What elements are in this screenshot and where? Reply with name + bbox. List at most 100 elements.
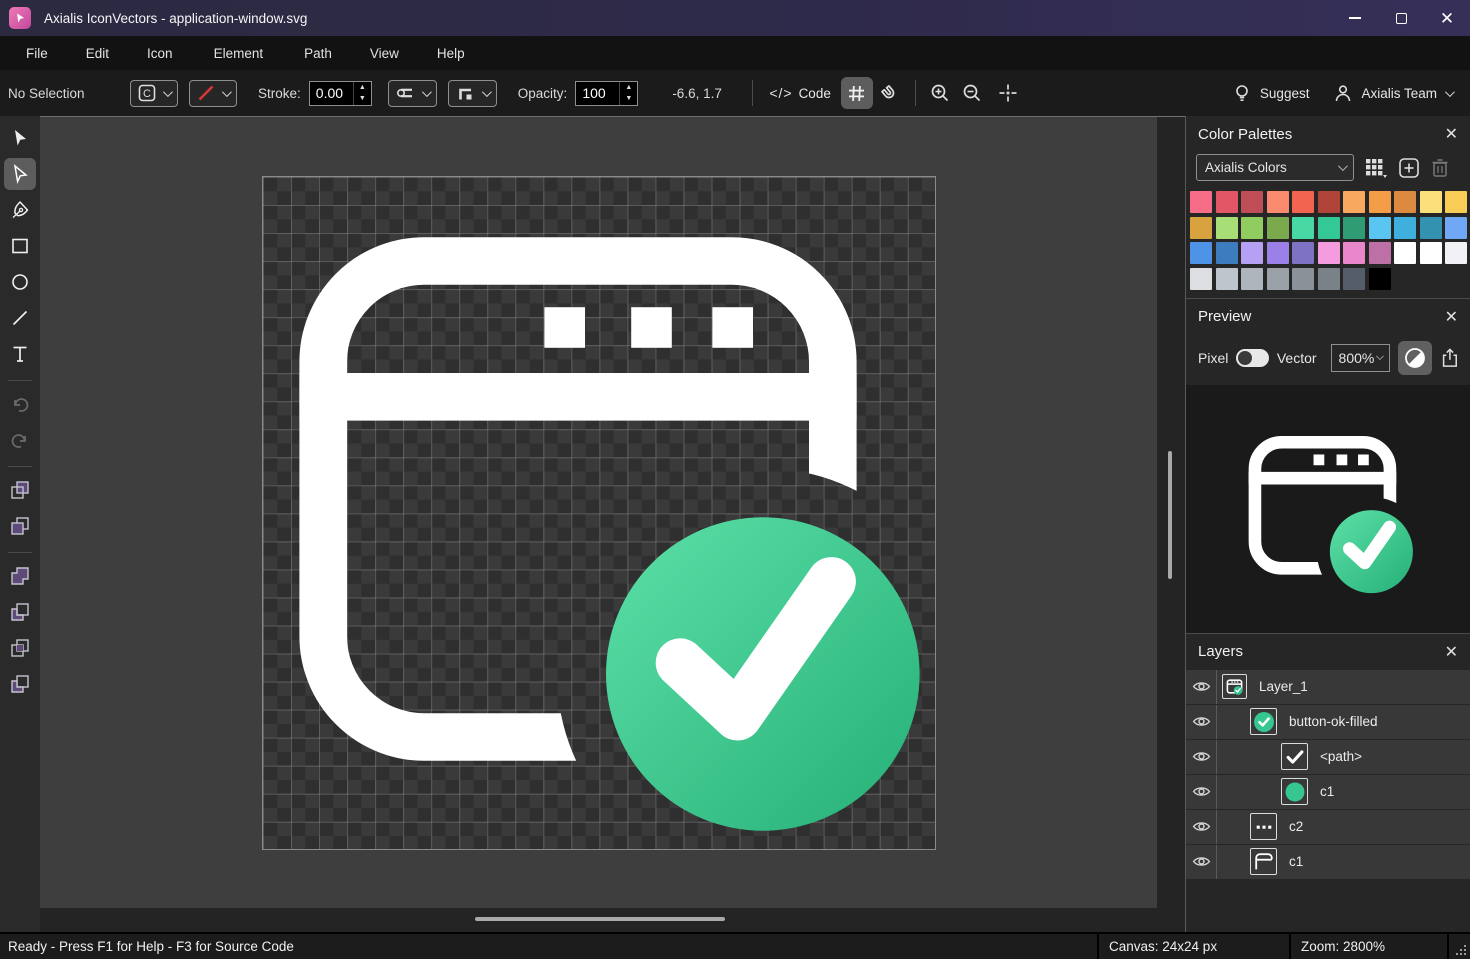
snap-toggle-button[interactable]: [873, 77, 905, 109]
layer-row[interactable]: <path>: [1186, 740, 1470, 775]
color-swatch[interactable]: [1318, 242, 1340, 264]
color-swatch[interactable]: [1267, 191, 1289, 213]
color-swatch[interactable]: [1343, 268, 1365, 290]
color-swatch[interactable]: [1241, 242, 1263, 264]
zoom-in-button[interactable]: [924, 77, 956, 109]
color-swatch[interactable]: [1292, 217, 1314, 239]
horizontal-scrollbar-track[interactable]: [40, 908, 1157, 932]
color-swatch[interactable]: [1318, 268, 1340, 290]
menu-icon[interactable]: Icon: [128, 46, 192, 61]
opacity-down-button[interactable]: ▼: [620, 93, 637, 105]
icon-canvas[interactable]: [262, 176, 936, 850]
fill-style-dropdown[interactable]: C: [130, 80, 178, 107]
color-swatch[interactable]: [1445, 217, 1467, 239]
color-swatch[interactable]: [1216, 191, 1238, 213]
horizontal-scrollbar-thumb[interactable]: [475, 917, 725, 921]
color-swatch[interactable]: [1267, 217, 1289, 239]
palette-view-icon[interactable]: [1364, 157, 1388, 179]
stroke-width-value[interactable]: 0.00: [310, 82, 353, 105]
stroke-width-stepper[interactable]: 0.00 ▲▼: [309, 81, 372, 106]
line-cap-dropdown[interactable]: [388, 80, 437, 107]
color-swatch[interactable]: [1216, 268, 1238, 290]
color-swatch[interactable]: [1190, 191, 1212, 213]
stroke-down-button[interactable]: ▼: [354, 93, 371, 105]
zoom-out-button[interactable]: [956, 77, 988, 109]
subtract-button[interactable]: [4, 596, 36, 628]
color-swatch[interactable]: [1420, 217, 1442, 239]
color-swatch[interactable]: [1292, 242, 1314, 264]
fit-view-button[interactable]: [992, 77, 1024, 109]
stroke-color-dropdown[interactable]: [189, 80, 237, 107]
color-swatch[interactable]: [1445, 191, 1467, 213]
visibility-toggle[interactable]: [1186, 670, 1217, 704]
opacity-value[interactable]: 100: [576, 82, 619, 105]
minimize-button[interactable]: [1332, 0, 1378, 36]
color-swatch[interactable]: [1369, 268, 1391, 290]
delete-palette-icon[interactable]: [1430, 157, 1450, 179]
canvas-area[interactable]: [40, 116, 1157, 908]
color-swatch[interactable]: [1267, 268, 1289, 290]
code-button[interactable]: </> Code: [769, 85, 831, 101]
color-swatch[interactable]: [1318, 217, 1340, 239]
vertical-scrollbar-track[interactable]: [1157, 116, 1185, 932]
pen-tool[interactable]: [4, 194, 36, 226]
color-swatch[interactable]: [1318, 191, 1340, 213]
exclude-button[interactable]: [4, 668, 36, 700]
select-tool[interactable]: [4, 122, 36, 154]
add-palette-icon[interactable]: [1398, 157, 1420, 179]
arrange-back-button[interactable]: [4, 510, 36, 542]
menu-file[interactable]: File: [7, 46, 67, 61]
color-swatch[interactable]: [1394, 242, 1416, 264]
layer-row[interactable]: c1: [1186, 775, 1470, 810]
resize-grip[interactable]: [1447, 934, 1470, 959]
color-swatch[interactable]: [1241, 268, 1263, 290]
menu-path[interactable]: Path: [285, 46, 351, 61]
color-swatch[interactable]: [1394, 217, 1416, 239]
menu-edit[interactable]: Edit: [67, 46, 128, 61]
opacity-up-button[interactable]: ▲: [620, 82, 637, 94]
preview-background-button[interactable]: [1398, 341, 1432, 375]
grid-toggle-button[interactable]: [841, 77, 873, 109]
color-swatch[interactable]: [1343, 217, 1365, 239]
color-swatch[interactable]: [1369, 191, 1391, 213]
account-menu[interactable]: Axialis Team: [1333, 83, 1452, 103]
opacity-stepper[interactable]: 100 ▲▼: [575, 81, 638, 106]
layer-row[interactable]: c1: [1186, 845, 1470, 880]
direct-select-tool[interactable]: [4, 158, 36, 190]
layer-row[interactable]: button-ok-filled: [1186, 705, 1470, 740]
color-swatch[interactable]: [1190, 242, 1212, 264]
visibility-toggle[interactable]: [1186, 810, 1217, 844]
vertical-scrollbar-thumb[interactable]: [1168, 451, 1172, 579]
ellipse-tool[interactable]: [4, 266, 36, 298]
line-tool[interactable]: [4, 302, 36, 334]
visibility-toggle[interactable]: [1186, 705, 1217, 739]
maximize-button[interactable]: [1378, 0, 1424, 36]
intersect-button[interactable]: [4, 632, 36, 664]
pixel-vector-toggle[interactable]: [1236, 349, 1268, 367]
arrange-front-button[interactable]: [4, 474, 36, 506]
color-swatch[interactable]: [1267, 242, 1289, 264]
stroke-up-button[interactable]: ▲: [354, 82, 371, 94]
color-swatch[interactable]: [1420, 242, 1442, 264]
redo-button[interactable]: [4, 424, 36, 456]
visibility-toggle[interactable]: [1186, 775, 1217, 809]
undo-button[interactable]: [4, 388, 36, 420]
union-button[interactable]: [4, 560, 36, 592]
color-swatch[interactable]: [1216, 242, 1238, 264]
close-icon[interactable]: ✕: [1445, 642, 1458, 662]
visibility-toggle[interactable]: [1186, 740, 1217, 774]
close-icon[interactable]: ✕: [1445, 307, 1458, 327]
color-swatch[interactable]: [1216, 217, 1238, 239]
palette-select[interactable]: Axialis Colors: [1196, 154, 1354, 181]
color-swatch[interactable]: [1343, 191, 1365, 213]
color-swatch[interactable]: [1190, 217, 1212, 239]
color-swatch[interactable]: [1241, 217, 1263, 239]
visibility-toggle[interactable]: [1186, 845, 1217, 879]
color-swatch[interactable]: [1369, 217, 1391, 239]
menu-element[interactable]: Element: [192, 46, 286, 61]
color-swatch[interactable]: [1241, 191, 1263, 213]
close-icon[interactable]: ✕: [1445, 124, 1458, 144]
preview-zoom-select[interactable]: 800%: [1331, 344, 1390, 372]
color-swatch[interactable]: [1190, 268, 1212, 290]
menu-help[interactable]: Help: [418, 46, 484, 61]
